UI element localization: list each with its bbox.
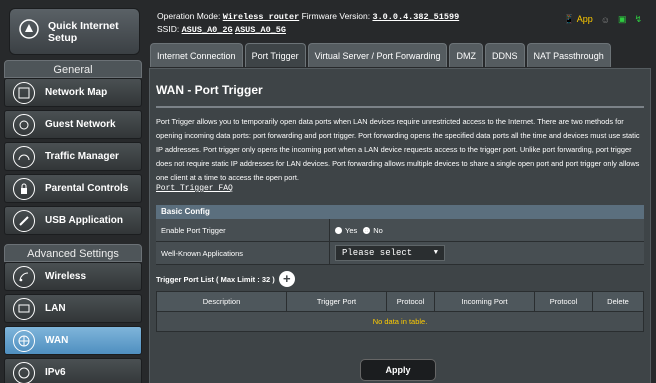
main-content: WAN - Port Trigger Port Trigger allows y… [149,68,651,383]
yes-label: Yes [345,225,358,235]
well-known-applications-select[interactable]: Please select ▼ [335,245,445,261]
tab-virtual-server[interactable]: Virtual Server / Port Forwarding [307,43,448,67]
usb-status-icon[interactable]: ↯ [634,14,642,25]
yes-radio[interactable]: Yes [335,226,357,235]
basic-config-table: Basic Config Enable Port Trigger Yes No … [156,205,644,265]
firmware-label: Firmware Version: [301,11,371,21]
devices-icon[interactable]: ▣ [618,14,627,25]
usb-application-icon [13,209,35,232]
ssid-2g-link[interactable]: ASUS_A0_2G [182,25,233,35]
quick-setup-label: Quick Internet Setup [48,19,119,44]
advanced-settings-header: Advanced Settings [4,244,142,262]
tab-dmz[interactable]: DMZ [449,43,483,67]
ssid-label: SSID: [157,24,180,34]
sidebar: General Network Map Guest Network Traffi… [0,60,147,383]
radio-no-icon [363,227,371,235]
tab-internet-connection[interactable]: Internet Connection [150,43,243,67]
operation-mode-link[interactable]: Wireless router [223,12,300,22]
divider [156,106,644,108]
sidebar-item-label: LAN [45,303,66,314]
quick-setup-icon [18,18,40,45]
enable-port-trigger-row: Enable Port Trigger Yes No [156,219,644,242]
column-incoming-port: Incoming Port [434,291,535,312]
sidebar-item-guest-network[interactable]: Guest Network [4,110,142,139]
well-known-applications-label: Well-Known Applications [161,248,243,258]
column-description: Description [156,291,287,312]
wireless-icon [13,265,35,288]
sidebar-item-parental-controls[interactable]: Parental Controls [4,174,142,203]
basic-config-header: Basic Config [156,205,644,219]
port-trigger-faq-link[interactable]: Port Trigger FAQ [156,184,644,193]
tab-nat-passthrough[interactable]: NAT Passthrough [526,43,611,67]
ipv6-icon [13,361,35,383]
sidebar-item-label: Wireless [45,271,87,282]
page-description: Port Trigger allows you to temporarily o… [156,117,640,182]
sidebar-item-label: Parental Controls [45,183,129,194]
trigger-port-list-label: Trigger Port List ( Max Limit : 32 ) [156,274,275,284]
app-label: App [576,14,593,24]
sidebar-item-label: Network Map [45,87,108,98]
page-title: WAN - Port Trigger [156,83,263,97]
chevron-down-icon: ▼ [433,249,438,257]
well-known-applications-row: Well-Known Applications Please select ▼ [156,242,644,265]
radio-yes-icon [335,227,342,235]
sidebar-item-wireless[interactable]: Wireless [4,262,142,291]
users-icon[interactable]: ☺ [601,15,610,25]
sidebar-item-lan[interactable]: LAN [4,294,142,323]
operation-mode-label: Operation Mode: [157,11,221,21]
no-radio[interactable]: No [363,226,383,235]
plus-icon: + [282,271,291,286]
traffic-manager-icon [13,145,35,168]
network-map-icon [13,81,35,104]
empty-table-message: No data in table. [156,311,644,332]
parental-controls-icon [13,177,35,200]
select-value: Please select [342,248,413,258]
column-protocol: Protocol [386,291,435,312]
wan-icon [13,329,35,352]
sidebar-item-label: Traffic Manager [45,151,119,162]
top-icons: 📱 App ☺ ▣ ↯ [563,14,642,25]
general-header: General [4,60,142,78]
tab-port-trigger[interactable]: Port Trigger [244,43,306,67]
trigger-port-table: Description Trigger Port Protocol Incomi… [156,291,644,332]
quick-internet-setup-button[interactable]: Quick Internet Setup [9,8,140,55]
enable-port-trigger-label: Enable Port Trigger [161,225,226,235]
top-status-bar: Operation Mode: Wireless router Firmware… [157,10,459,36]
tab-bar: Internet Connection Port Trigger Virtual… [150,43,611,67]
sidebar-item-wan[interactable]: WAN [4,326,142,355]
guest-network-icon [13,113,35,136]
lan-icon [13,297,35,320]
column-protocol-2: Protocol [534,291,593,312]
ssid-5g-link[interactable]: ASUS_A0_5G [235,25,286,35]
app-link[interactable]: 📱 App [563,14,592,25]
tab-ddns[interactable]: DDNS [484,43,525,67]
app-icon: 📱 [563,14,575,24]
sidebar-item-ipv6[interactable]: IPv6 [4,358,142,383]
no-label: No [373,225,383,235]
sidebar-item-network-map[interactable]: Network Map [4,78,142,107]
column-trigger-port: Trigger Port [286,291,387,312]
trigger-port-list-title: Trigger Port List ( Max Limit : 32 ) + [156,271,644,287]
sidebar-item-label: WAN [45,335,69,346]
apply-button[interactable]: Apply [360,359,436,381]
add-rule-button[interactable]: + [278,271,295,287]
sidebar-item-label: Guest Network [45,119,116,130]
firmware-version-link[interactable]: 3.0.0.4.382_51599 [372,12,459,22]
sidebar-item-usb-application[interactable]: USB Application [4,206,142,235]
sidebar-item-label: IPv6 [45,367,66,378]
sidebar-item-traffic-manager[interactable]: Traffic Manager [4,142,142,171]
column-delete: Delete [592,291,644,312]
sidebar-item-label: USB Application [45,215,123,226]
